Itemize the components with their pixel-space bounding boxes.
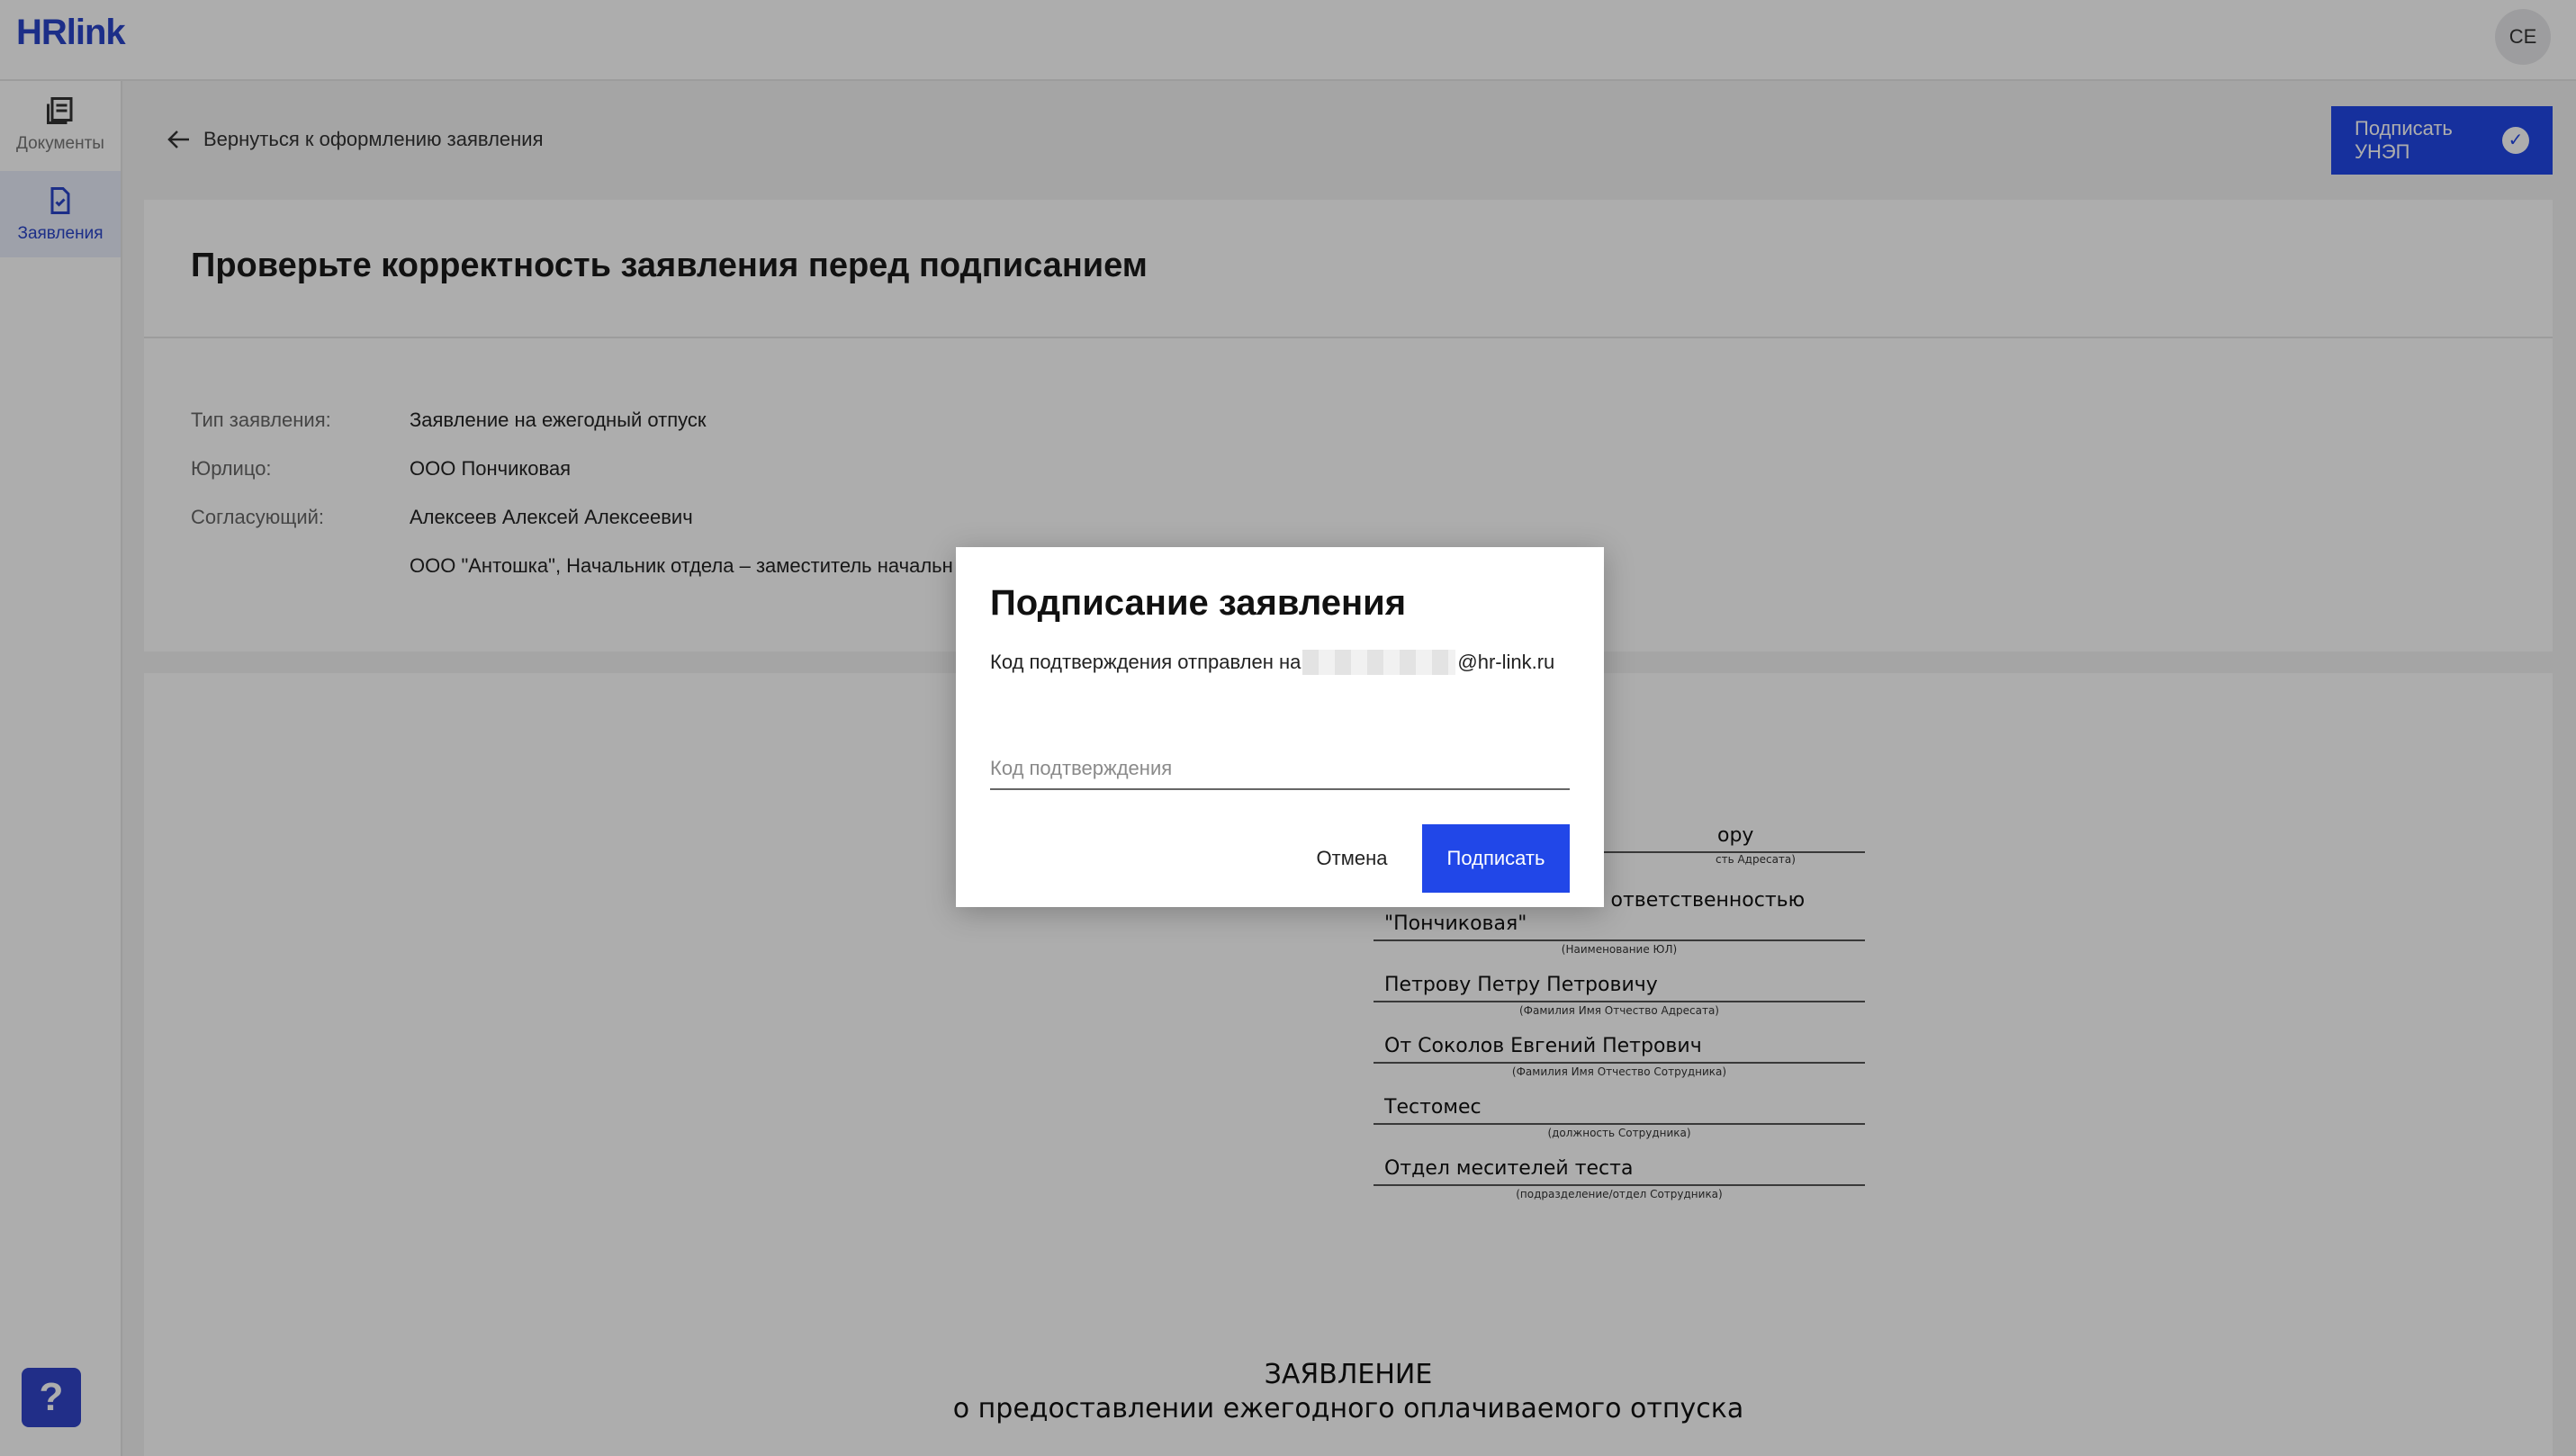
confirmation-code-input[interactable]: [990, 749, 1570, 790]
sign-dialog: Подписание заявления Код подтверждения о…: [956, 547, 1604, 907]
dialog-message-prefix: Код подтверждения отправлен на: [990, 651, 1302, 673]
redacted-email: [1302, 650, 1456, 675]
cancel-button[interactable]: Отмена: [1298, 824, 1406, 893]
dialog-message: Код подтверждения отправлен на @hr-link.…: [990, 650, 1554, 675]
dialog-email-suffix: @hr-link.ru: [1457, 651, 1555, 673]
dialog-title: Подписание заявления: [990, 583, 1407, 623]
confirm-sign-button[interactable]: Подписать: [1422, 824, 1570, 893]
